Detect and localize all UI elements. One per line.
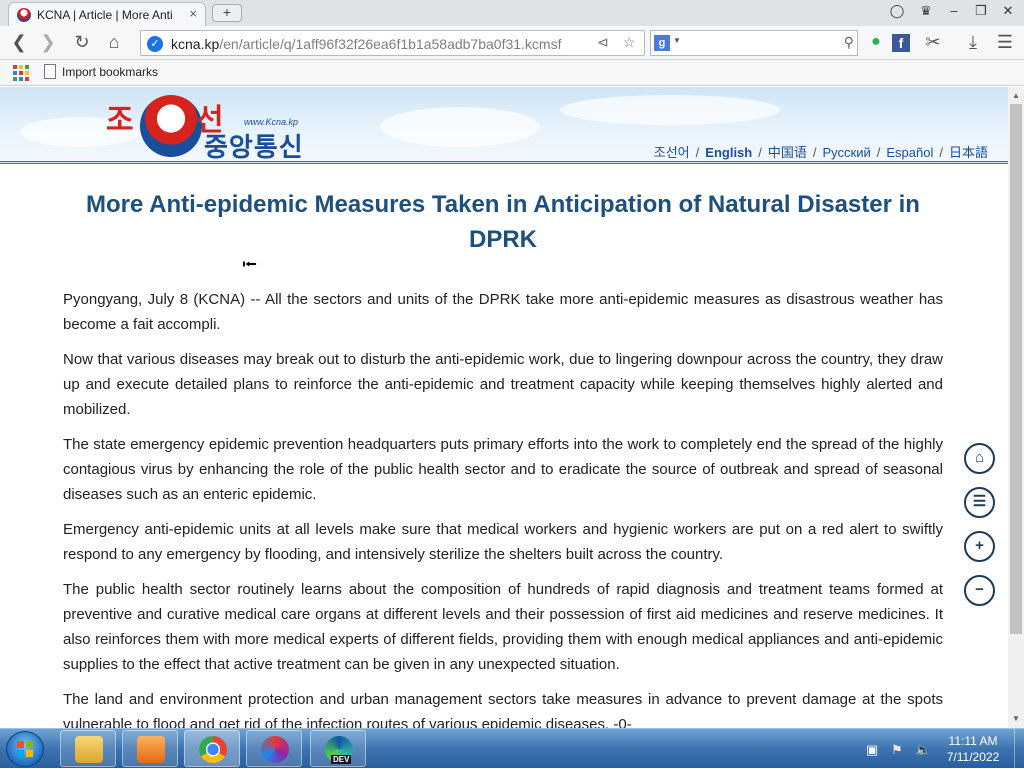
lang-separator: / [939,145,943,160]
header-cloud-decoration [560,95,780,125]
home-icon[interactable]: ⌂ [964,443,995,474]
page-viewport: 조 선 www.Kcna.kp 중앙통신 조선어 / English / 中国语 / Рус… [0,87,1008,728]
lang-japanese[interactable]: 日本語 [949,145,988,160]
kcna-logo-emblem[interactable] [140,95,202,157]
taskbar-app-swirl[interactable] [246,730,302,767]
lang-russian[interactable]: Русский [823,145,871,160]
site-header: 조 선 www.Kcna.kp 중앙통신 조선어 / English / 中国语 / Рус… [0,87,1008,164]
maximize-icon[interactable]: ❐ [970,3,992,19]
lang-spanish[interactable]: Español [886,145,933,160]
header-cloud-decoration [380,107,540,147]
logo-url: www.Kcna.kp [244,117,299,127]
media-player-icon [137,736,165,763]
new-tab-button[interactable]: + [212,4,242,22]
scroll-down-icon[interactable]: ▼ [1008,712,1024,726]
article-paragraph: Pyongyang, July 8 (KCNA) -- All the sect… [63,291,943,333]
import-bookmarks-link[interactable]: Import bookmarks [62,65,158,79]
language-nav: 조선어 / English / 中国语 / Русский / Español / 日本語 [654,142,988,161]
lang-separator: / [876,145,881,160]
taskbar-chrome[interactable] [184,730,240,767]
whatsapp-icon[interactable]: ● [864,31,888,55]
search-engine-icon[interactable]: g [654,35,670,51]
taskbar-edge-dev[interactable]: DEV [310,730,366,767]
show-desktop-button[interactable] [1014,729,1024,769]
clock-date[interactable]: 7/11/2022 [940,750,1006,764]
clock-time[interactable]: 11:11 AM [940,734,1006,748]
lang-separator: / [695,145,700,160]
flag-alert-icon[interactable]: ⚑ [891,742,903,758]
browser-tabstrip: KCNA | Article | More Anti × + ◯ ♛ – ❐ ✕ [0,0,1024,26]
lang-chinese[interactable]: 中国语 [768,145,807,160]
windows-taskbar: DEV ▣ ⚑ 🔈 11:11 AM 7/11/2022 [0,728,1024,769]
lang-separator: / [758,145,762,160]
article-paragraph: Now that various diseases may break out … [63,351,943,418]
bookmarks-bar: Import bookmarks [0,60,1024,86]
article-paragraph: The state emergency epidemic prevention … [63,436,943,503]
forward-icon[interactable]: ❯ [36,31,60,55]
taskbar-media-player[interactable] [122,730,178,767]
chrome-icon [199,736,227,763]
bookmark-star-icon[interactable]: ☆ [623,34,636,51]
zoom-out-icon[interactable]: − [964,575,995,606]
close-window-icon[interactable]: ✕ [997,3,1019,19]
article: More Anti-epidemic Measures Taken in Ant… [63,187,943,728]
article-paragraph: The public health sector routinely learn… [63,581,943,673]
logo-text-line1a: 조 [106,103,136,138]
secure-check-icon: ✓ [147,36,163,52]
search-box[interactable]: g ▼ ⚲ [650,30,858,56]
share-icon[interactable]: ⊲ [597,34,609,51]
swirl-app-icon [261,736,289,763]
import-bookmarks-icon [44,64,56,79]
article-paragraph: The land and environment protection and … [63,691,943,728]
taskbar-file-explorer[interactable] [60,730,116,767]
apps-grid-icon[interactable] [13,65,29,81]
back-icon[interactable]: ❮ [7,31,31,55]
address-bar[interactable]: ✓ kcna.kp/en/article/q/1aff96f32f26ea6f1… [140,30,645,56]
reload-icon[interactable]: ↻ [70,31,94,55]
kcna-favicon-icon [17,8,31,22]
extension-icon[interactable]: ♛ [915,3,937,19]
network-icon[interactable]: ▣ [866,742,878,758]
scroll-thumb[interactable] [1010,104,1022,634]
lang-english[interactable]: English [705,145,752,160]
tab-close-icon[interactable]: × [189,6,197,21]
download-icon[interactable]: ⤓ [961,31,985,55]
facebook-icon[interactable]: f [892,34,910,52]
article-paragraph: Emergency anti-epidemic units at all lev… [63,521,943,563]
edge-dev-badge: DEV [331,755,352,764]
menu-icon[interactable]: ☰ [993,31,1017,55]
zoom-in-icon[interactable]: + [964,531,995,562]
browser-tab[interactable]: KCNA | Article | More Anti × [8,2,206,26]
list-icon[interactable]: ☰ [964,487,995,518]
scroll-up-icon[interactable]: ▲ [1008,89,1024,103]
home-browser-icon[interactable]: ⌂ [102,31,126,55]
article-headline: More Anti-epidemic Measures Taken in Ant… [86,191,920,253]
windows-logo-icon [17,741,33,757]
url-text[interactable]: kcna.kp/en/article/q/1aff96f32f26ea6f1b1… [171,36,561,52]
volume-icon[interactable]: 🔈 [915,742,931,758]
page-scrollbar[interactable]: ▲ ▼ [1008,87,1024,728]
start-button[interactable] [6,731,44,767]
minimize-icon[interactable]: – [943,3,965,18]
folder-icon [75,736,103,763]
mouse-cursor-icon: ⭰ [242,254,258,276]
browser-toolbar: ❮ ❯ ↻ ⌂ ✓ kcna.kp/en/article/q/1aff96f32… [0,26,1024,60]
chat-icon[interactable]: ◯ [886,3,908,19]
lang-korean[interactable]: 조선어 [654,145,690,160]
logo-text-line2: 중앙통신 [204,133,304,163]
screenshot-scissors-icon[interactable]: ✂ [921,31,945,55]
search-icon[interactable]: ⚲ [844,34,854,51]
tab-title: KCNA | Article | More Anti [37,8,173,22]
lang-separator: / [812,145,817,160]
search-engine-dropdown-icon[interactable]: ▼ [673,36,681,45]
